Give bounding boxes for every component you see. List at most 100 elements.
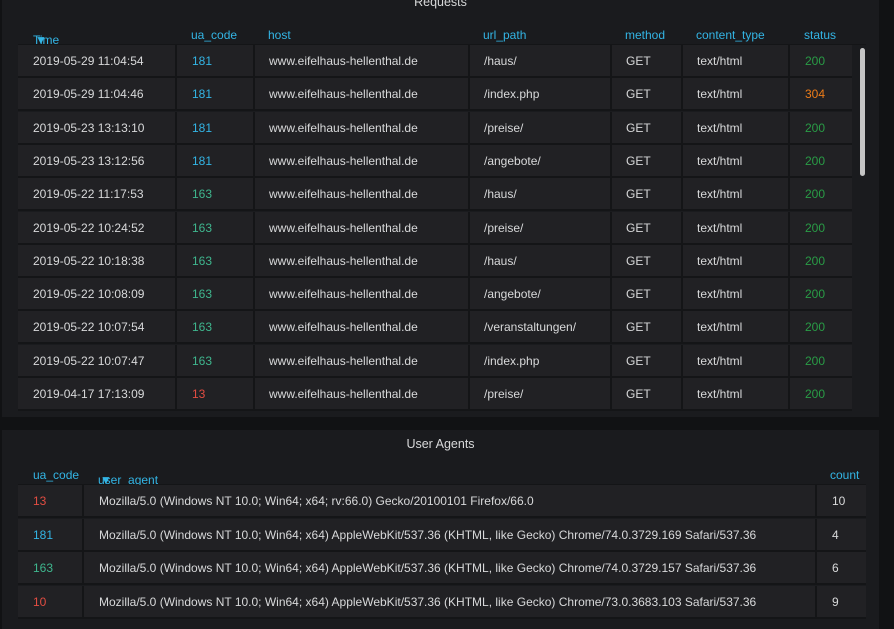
- cell-time: 2019-05-22 10:08:09: [33, 287, 145, 302]
- table-row[interactable]: 13 Mozilla/5.0 (Windows NT 10.0; Win64; x…: [18, 485, 866, 518]
- column-header-ua-code[interactable]: ua_code: [191, 28, 237, 42]
- column-divider: [815, 518, 817, 552]
- column-divider: [610, 278, 612, 312]
- cell-host: www.eifelhaus-hellenthal.de: [269, 153, 418, 168]
- table-row[interactable]: 2019-05-29 11:04:46 181 www.eifelhaus-hell…: [18, 78, 852, 112]
- table-row[interactable]: 2019-05-29 11:04:54 181 www.eifelhaus-hell…: [18, 45, 852, 78]
- cell-content-type: text/html: [697, 287, 743, 302]
- user-agents-table-header: ua_code user_agent ▼ count: [18, 463, 866, 487]
- cell-time: 2019-05-23 13:13:10: [33, 120, 145, 135]
- column-header-url-path[interactable]: url_path: [483, 28, 526, 42]
- table-row[interactable]: 181 Mozilla/5.0 (Windows NT 10.0; Win64; …: [18, 518, 866, 552]
- requests-scrollbar-thumb[interactable]: [860, 48, 865, 176]
- column-divider: [681, 111, 683, 145]
- cell-status: 200: [805, 220, 826, 235]
- cell-status: 200: [805, 120, 826, 135]
- cell-ua-code: 181: [192, 54, 213, 68]
- column-header-ua-code[interactable]: ua_code: [33, 468, 79, 482]
- column-divider: [610, 378, 612, 411]
- column-divider: [82, 518, 84, 552]
- cell-count: 4: [832, 527, 839, 542]
- cell-url-path: /haus/: [484, 253, 517, 268]
- column-header-host[interactable]: host: [268, 28, 291, 42]
- column-divider: [175, 378, 177, 411]
- cell-url-path: /index.php: [484, 353, 540, 368]
- cell-count: 10: [832, 494, 846, 508]
- column-divider: [253, 278, 255, 312]
- table-row[interactable]: 2019-05-22 10:08:09 163 www.eifelhaus-hell…: [18, 278, 852, 312]
- user-agents-panel-title[interactable]: User Agents: [2, 437, 879, 451]
- cell-ua-code: 10: [33, 594, 47, 609]
- column-divider: [253, 311, 255, 345]
- column-divider: [815, 552, 817, 585]
- column-divider: [175, 211, 177, 245]
- column-divider: [788, 244, 790, 278]
- column-divider: [681, 45, 683, 78]
- column-divider: [788, 144, 790, 178]
- table-row[interactable]: 2019-05-22 10:07:54 163 www.eifelhaus-hell…: [18, 311, 852, 345]
- cell-url-path: /veranstaltungen/: [484, 320, 577, 335]
- column-divider: [175, 244, 177, 278]
- cell-content-type: text/html: [697, 54, 743, 68]
- column-header-content-type[interactable]: content_type: [696, 28, 765, 42]
- cell-url-path: /angebote/: [484, 287, 541, 302]
- cell-status: 200: [805, 353, 826, 368]
- column-header-method[interactable]: method: [625, 28, 665, 42]
- column-divider: [468, 111, 470, 145]
- column-divider: [681, 378, 683, 411]
- cell-time: 2019-05-29 11:04:46: [33, 87, 144, 102]
- cell-host: www.eifelhaus-hellenthal.de: [269, 253, 418, 268]
- column-divider: [788, 78, 790, 112]
- table-row[interactable]: 2019-04-17 17:13:09 13 www.eifelhaus-helle…: [18, 378, 852, 411]
- requests-panel-title[interactable]: Requests: [2, 0, 879, 9]
- column-divider: [175, 78, 177, 112]
- row-divider: [18, 409, 852, 411]
- cell-status: 200: [805, 387, 826, 401]
- cell-ua-code: 13: [192, 387, 206, 401]
- column-divider: [610, 211, 612, 245]
- column-divider: [788, 45, 790, 78]
- table-row[interactable]: 2019-05-22 10:07:47 163 www.eifelhaus-hell…: [18, 344, 852, 378]
- column-header-count[interactable]: count: [830, 468, 859, 482]
- cell-time: 2019-05-22 10:07:54: [33, 320, 145, 335]
- table-row[interactable]: 2019-05-22 10:24:52 163 www.eifelhaus-hell…: [18, 211, 852, 245]
- table-row[interactable]: 2019-05-22 10:18:38 163 www.eifelhaus-hell…: [18, 244, 852, 278]
- cell-time: 2019-05-22 10:24:52: [33, 220, 145, 235]
- column-divider: [788, 111, 790, 145]
- cell-host: www.eifelhaus-hellenthal.de: [269, 54, 418, 68]
- cell-url-path: /preise/: [484, 220, 524, 235]
- table-row[interactable]: 10 Mozilla/5.0 (Windows NT 10.0; Win64; x…: [18, 585, 866, 619]
- row-divider: [18, 616, 866, 619]
- column-divider: [175, 111, 177, 145]
- cell-method: GET: [626, 87, 651, 102]
- cell-count: 9: [832, 594, 839, 609]
- column-divider: [468, 244, 470, 278]
- column-divider: [788, 344, 790, 378]
- column-header-status[interactable]: status: [804, 28, 836, 42]
- column-divider: [610, 311, 612, 345]
- cell-ua-code: 163: [33, 561, 54, 575]
- cell-method: GET: [626, 353, 651, 368]
- requests-scrollbar[interactable]: [858, 45, 867, 417]
- table-row[interactable]: 2019-05-23 13:13:10 181 www.eifelhaus-hell…: [18, 111, 852, 145]
- column-divider: [681, 178, 683, 212]
- column-divider: [681, 311, 683, 345]
- cell-method: GET: [626, 54, 651, 68]
- table-row[interactable]: 2019-05-23 13:12:56 181 www.eifelhaus-hell…: [18, 144, 852, 178]
- column-divider: [468, 211, 470, 245]
- requests-table-header: Time ▼ ua_code host url_path method conte…: [18, 23, 866, 47]
- column-divider: [175, 178, 177, 212]
- column-divider: [468, 178, 470, 212]
- requests-table-body: 2019-05-29 11:04:54 181 www.eifelhaus-hell…: [18, 45, 852, 417]
- cell-method: GET: [626, 253, 651, 268]
- table-row[interactable]: 2019-05-22 11:17:53 163 www.eifelhaus-hell…: [18, 178, 852, 212]
- requests-table: Time ▼ ua_code host url_path method conte…: [18, 23, 866, 417]
- column-divider: [610, 244, 612, 278]
- cell-ua-code: 181: [192, 153, 213, 168]
- column-divider: [681, 78, 683, 112]
- cell-method: GET: [626, 287, 651, 302]
- table-row[interactable]: 163 Mozilla/5.0 (Windows NT 10.0; Win64; …: [18, 552, 866, 585]
- cell-method: GET: [626, 120, 651, 135]
- requests-panel: Requests Time ▼ ua_code host url_path met…: [2, 0, 879, 417]
- column-divider: [175, 278, 177, 312]
